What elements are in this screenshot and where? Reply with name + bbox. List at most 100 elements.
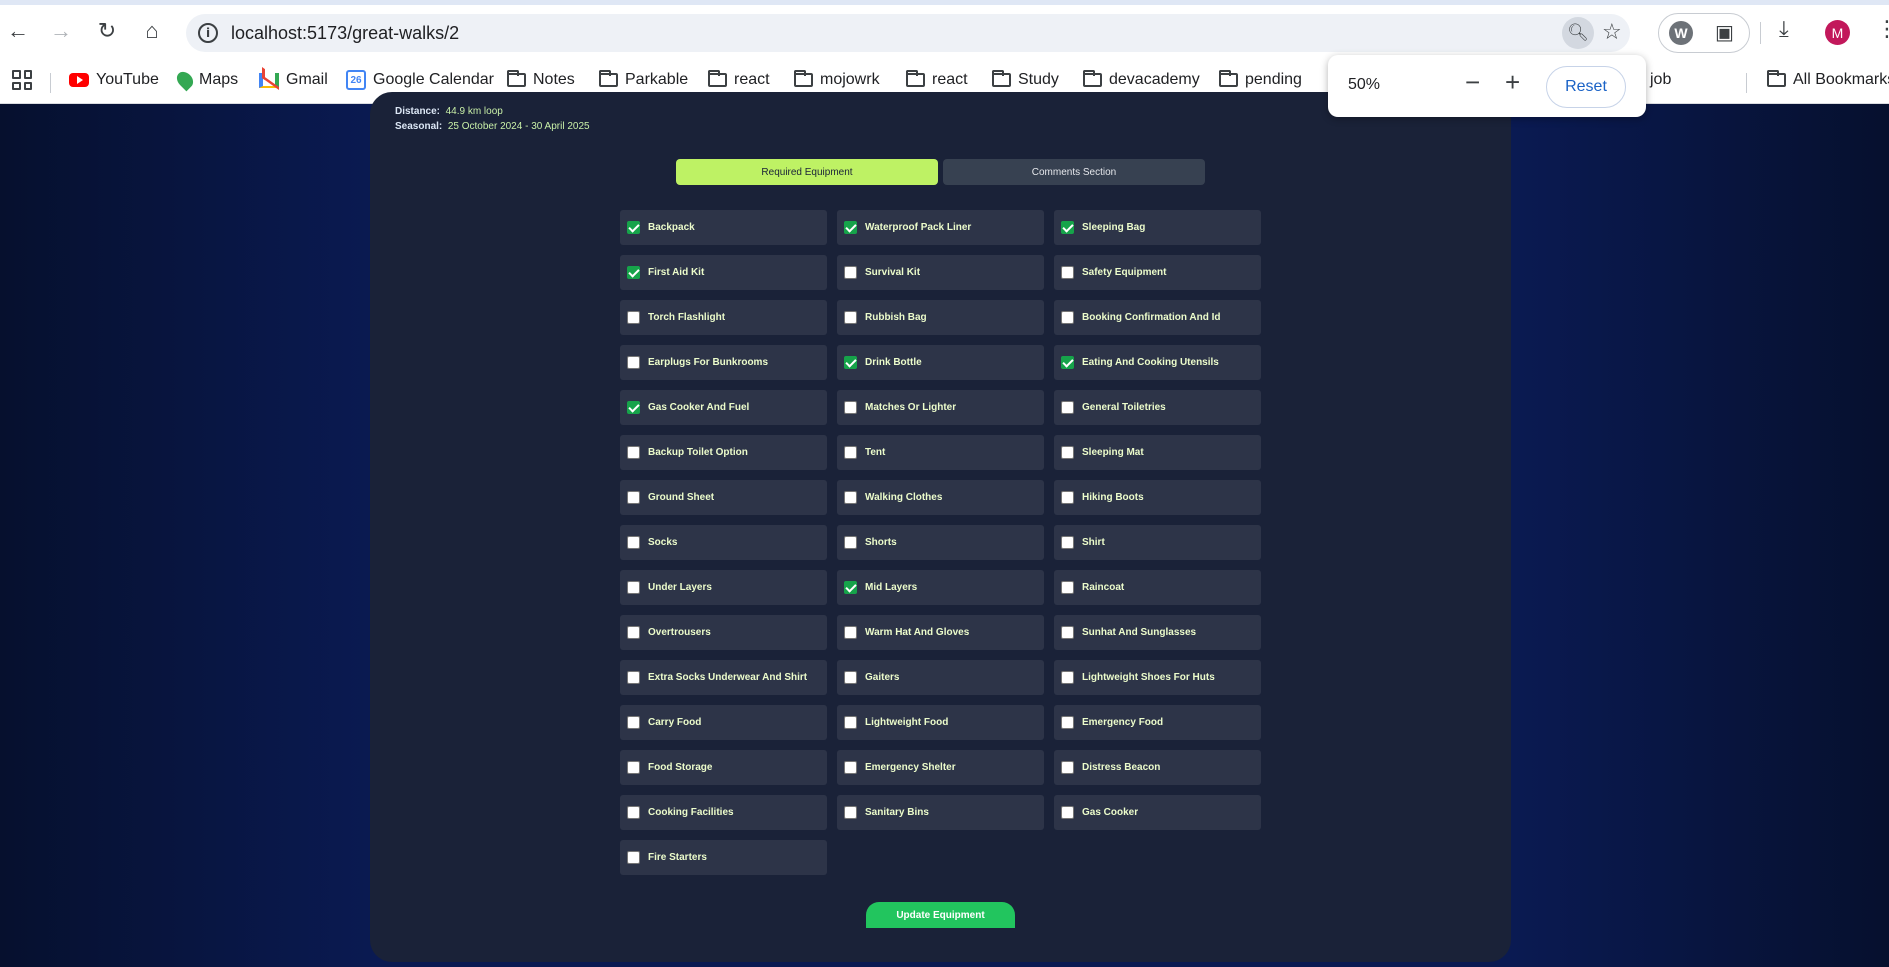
equipment-checkbox[interactable] — [627, 671, 640, 684]
bookmark-react[interactable]: react — [708, 67, 770, 93]
equipment-checkbox[interactable] — [844, 356, 857, 369]
equipment-item[interactable]: General Toiletries — [1054, 390, 1261, 425]
equipment-item[interactable]: Shirt — [1054, 525, 1261, 560]
bookmark-job[interactable]: job — [1650, 67, 1671, 93]
equipment-checkbox[interactable] — [627, 581, 640, 594]
equipment-item[interactable]: Gaiters — [837, 660, 1044, 695]
equipment-checkbox[interactable] — [844, 401, 857, 414]
equipment-item[interactable]: Walking Clothes — [837, 480, 1044, 515]
equipment-checkbox[interactable] — [1061, 221, 1074, 234]
tab-required-equipment[interactable]: Required Equipment — [676, 159, 938, 185]
equipment-item[interactable]: Extra Socks Underwear And Shirt — [620, 660, 827, 695]
url-text[interactable]: localhost:5173/great-walks/2 — [231, 23, 459, 44]
bookmark-gmail[interactable]: Gmail — [259, 67, 328, 93]
equipment-checkbox[interactable] — [844, 536, 857, 549]
zoom-out-icon[interactable]: − — [1465, 67, 1480, 98]
equipment-item[interactable]: Distress Beacon — [1054, 750, 1261, 785]
bookmark-mojowrk[interactable]: mojowrk — [794, 67, 880, 93]
equipment-checkbox[interactable] — [844, 221, 857, 234]
bookmark-pending[interactable]: pending — [1219, 67, 1302, 93]
equipment-item[interactable]: Raincoat — [1054, 570, 1261, 605]
equipment-checkbox[interactable] — [1061, 581, 1074, 594]
equipment-checkbox[interactable] — [627, 446, 640, 459]
equipment-checkbox[interactable] — [627, 761, 640, 774]
browser-menu-icon[interactable]: ⋮ — [1876, 16, 1889, 42]
equipment-checkbox[interactable] — [627, 716, 640, 729]
bookmark-parkable[interactable]: Parkable — [599, 67, 688, 93]
equipment-item[interactable]: Rubbish Bag — [837, 300, 1044, 335]
equipment-checkbox[interactable] — [1061, 626, 1074, 639]
bookmark-star-icon[interactable]: ☆ — [1602, 19, 1622, 45]
zoom-reset-button[interactable]: Reset — [1546, 66, 1626, 108]
site-info-icon[interactable]: i — [198, 23, 218, 43]
equipment-checkbox[interactable] — [1061, 536, 1074, 549]
bookmark-notes[interactable]: Notes — [507, 67, 575, 93]
bookmark-google-calendar[interactable]: 26 Google Calendar — [346, 67, 494, 93]
equipment-checkbox[interactable] — [844, 626, 857, 639]
equipment-item[interactable]: Lightweight Shoes For Huts — [1054, 660, 1261, 695]
all-bookmarks[interactable]: All Bookmarks — [1767, 67, 1889, 93]
equipment-checkbox[interactable] — [1061, 356, 1074, 369]
equipment-item[interactable]: Lightweight Food — [837, 705, 1044, 740]
address-bar[interactable]: i localhost:5173/great-walks/2 🔍︎ ☆ — [186, 14, 1630, 52]
equipment-checkbox[interactable] — [1061, 401, 1074, 414]
equipment-item[interactable]: Drink Bottle — [837, 345, 1044, 380]
equipment-checkbox[interactable] — [627, 536, 640, 549]
forward-icon[interactable]: → — [47, 17, 75, 45]
zoom-icon[interactable]: 🔍︎ — [1562, 17, 1594, 49]
equipment-checkbox[interactable] — [844, 446, 857, 459]
reload-icon[interactable]: ↻ — [93, 17, 121, 45]
equipment-item[interactable]: Ground Sheet — [620, 480, 827, 515]
equipment-checkbox[interactable] — [627, 491, 640, 504]
equipment-checkbox[interactable] — [844, 311, 857, 324]
equipment-checkbox[interactable] — [1061, 266, 1074, 279]
download-icon[interactable]: ⤓ — [1779, 16, 1789, 42]
equipment-item[interactable]: Food Storage — [620, 750, 827, 785]
equipment-checkbox[interactable] — [627, 806, 640, 819]
equipment-item[interactable]: Carry Food — [620, 705, 827, 740]
update-equipment-button[interactable]: Update Equipment — [866, 902, 1015, 928]
equipment-item[interactable]: Warm Hat And Gloves — [837, 615, 1044, 650]
equipment-checkbox[interactable] — [844, 266, 857, 279]
bookmark-devacademy[interactable]: devacademy — [1083, 67, 1200, 93]
equipment-checkbox[interactable] — [1061, 716, 1074, 729]
equipment-checkbox[interactable] — [1061, 671, 1074, 684]
home-icon[interactable]: ⌂ — [138, 17, 166, 45]
equipment-checkbox[interactable] — [627, 311, 640, 324]
equipment-checkbox[interactable] — [844, 581, 857, 594]
equipment-item[interactable]: Backpack — [620, 210, 827, 245]
equipment-checkbox[interactable] — [627, 401, 640, 414]
equipment-item[interactable]: First Aid Kit — [620, 255, 827, 290]
equipment-item[interactable]: Eating And Cooking Utensils — [1054, 345, 1261, 380]
bookmark-youtube[interactable]: YouTube — [69, 67, 159, 93]
equipment-item[interactable]: Emergency Shelter — [837, 750, 1044, 785]
extension-w-icon[interactable]: W — [1669, 21, 1693, 45]
equipment-item[interactable]: Shorts — [837, 525, 1044, 560]
equipment-item[interactable]: Gas Cooker — [1054, 795, 1261, 830]
equipment-item[interactable]: Under Layers — [620, 570, 827, 605]
equipment-item[interactable]: Gas Cooker And Fuel — [620, 390, 827, 425]
equipment-item[interactable]: Survival Kit — [837, 255, 1044, 290]
equipment-item[interactable]: Hiking Boots — [1054, 480, 1261, 515]
extensions-puzzle-icon[interactable]: ▣ — [1715, 20, 1734, 45]
equipment-checkbox[interactable] — [627, 221, 640, 234]
equipment-item[interactable]: Fire Starters — [620, 840, 827, 875]
equipment-checkbox[interactable] — [1061, 806, 1074, 819]
bookmark-maps[interactable]: Maps — [173, 67, 238, 93]
equipment-item[interactable]: Earplugs For Bunkrooms — [620, 345, 827, 380]
equipment-checkbox[interactable] — [1061, 446, 1074, 459]
equipment-item[interactable]: Cooking Facilities — [620, 795, 827, 830]
equipment-checkbox[interactable] — [844, 491, 857, 504]
equipment-item[interactable]: Socks — [620, 525, 827, 560]
profile-avatar[interactable]: M — [1825, 20, 1850, 45]
back-icon[interactable]: ← — [4, 17, 32, 45]
equipment-checkbox[interactable] — [1061, 491, 1074, 504]
bookmark-react-2[interactable]: react — [906, 67, 968, 93]
equipment-item[interactable]: Matches Or Lighter — [837, 390, 1044, 425]
equipment-checkbox[interactable] — [627, 266, 640, 279]
equipment-item[interactable]: Sanitary Bins — [837, 795, 1044, 830]
equipment-item[interactable]: Emergency Food — [1054, 705, 1261, 740]
equipment-checkbox[interactable] — [627, 851, 640, 864]
equipment-checkbox[interactable] — [844, 806, 857, 819]
equipment-checkbox[interactable] — [1061, 311, 1074, 324]
